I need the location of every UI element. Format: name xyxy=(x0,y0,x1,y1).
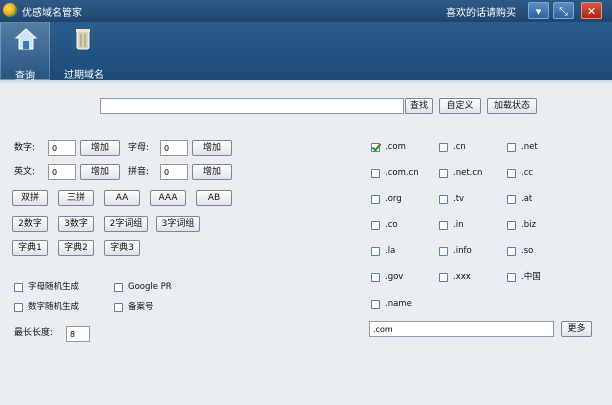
random-letters-label: 字母随机生成 xyxy=(28,282,80,292)
english-add-button[interactable]: 增加 xyxy=(80,164,120,180)
query-house-icon xyxy=(14,28,38,50)
tld-xxx-label: .xxx xyxy=(453,272,471,282)
max-length-input[interactable] xyxy=(66,326,90,342)
random-letters-checkbox[interactable] xyxy=(14,283,23,292)
tld-gov-label: .gov xyxy=(385,272,404,282)
tld-info-label: .info xyxy=(453,246,472,256)
tab-expired-label: 过期域名 xyxy=(64,70,104,81)
title-bar: 优感域名管家 喜欢的话请购买 ▾ ⤡ ✕ xyxy=(0,0,612,22)
beian-checkbox[interactable] xyxy=(114,303,123,312)
tld-selection-input[interactable] xyxy=(369,321,554,337)
tld-com-checkbox[interactable] xyxy=(371,143,380,152)
main-toolbar: 查询 过期域名 xyxy=(0,22,612,82)
tld-info-checkbox[interactable] xyxy=(439,247,448,256)
tld-cn-label: .cn xyxy=(453,142,466,152)
digits-count-input[interactable] xyxy=(48,140,76,156)
dict3-button[interactable]: 字典3 xyxy=(104,240,140,256)
tld-tv-label: .tv xyxy=(453,194,465,204)
find-button[interactable]: 查找 xyxy=(405,98,433,114)
english-count-input[interactable] xyxy=(48,164,76,180)
letters-count-input[interactable] xyxy=(160,140,188,156)
close-button[interactable]: ✕ xyxy=(581,2,602,19)
tld-name-label: .name xyxy=(385,299,412,309)
random-digits-checkbox[interactable] xyxy=(14,303,23,312)
tld-in-checkbox[interactable] xyxy=(439,221,448,230)
tld-cc-label: .cc xyxy=(521,168,534,178)
beian-label: 备案号 xyxy=(128,302,154,312)
tld-tv-checkbox[interactable] xyxy=(439,195,448,204)
trash-can-icon xyxy=(76,29,90,50)
tld-xxx-checkbox[interactable] xyxy=(439,273,448,282)
pattern-ab-button[interactable]: AB xyxy=(196,190,232,206)
more-button[interactable]: 更多 xyxy=(561,321,592,337)
pinyin-add-button[interactable]: 增加 xyxy=(192,164,232,180)
pattern-shuangpin-button[interactable]: 双拼 xyxy=(12,190,48,206)
two-char-word-button[interactable]: 2字词组 xyxy=(104,216,148,232)
tab-expired-domains[interactable]: 过期域名 xyxy=(58,22,110,81)
minimize-button[interactable]: ▾ xyxy=(528,2,549,19)
tld-la-checkbox[interactable] xyxy=(371,247,380,256)
tld-org-checkbox[interactable] xyxy=(371,195,380,204)
purchase-link[interactable]: 喜欢的话请购买 xyxy=(446,4,516,19)
three-char-word-button[interactable]: 3字词组 xyxy=(156,216,200,232)
tld-comcn-label: .com.cn xyxy=(385,168,419,178)
app-logo-icon xyxy=(3,3,17,17)
tld-so-label: .so xyxy=(521,246,534,256)
tld-at-checkbox[interactable] xyxy=(507,195,516,204)
tld-org-label: .org xyxy=(385,194,402,204)
pattern-aa-button[interactable]: AA xyxy=(104,190,140,206)
tld-com-label: .com xyxy=(385,142,406,152)
tld-co-checkbox[interactable] xyxy=(371,221,380,230)
two-digit-button[interactable]: 2数字 xyxy=(12,216,48,232)
tld-at-label: .at xyxy=(521,194,533,204)
google-pr-checkbox[interactable] xyxy=(114,283,123,292)
tld-netcn-label: .net.cn xyxy=(453,168,483,178)
tld-gov-checkbox[interactable] xyxy=(371,273,380,282)
random-digits-label: 数字随机生成 xyxy=(28,302,80,312)
window-title: 优感域名管家 xyxy=(22,8,82,19)
tld-biz-label: .biz xyxy=(521,220,536,230)
letters-label: 字母: xyxy=(128,143,150,153)
load-state-button[interactable]: 加载状态 xyxy=(487,98,537,114)
custom-button[interactable]: 自定义 xyxy=(439,98,481,114)
digits-add-button[interactable]: 增加 xyxy=(80,140,120,156)
tld-zhongguo-checkbox[interactable] xyxy=(507,273,516,282)
tab-query[interactable]: 查询 xyxy=(0,22,50,82)
query-panel: 查找 自定义 加载状态 数字: 增加 字母: 增加 英文: 增加 拼音: 增加 … xyxy=(0,84,612,405)
pattern-sanpin-button[interactable]: 三拼 xyxy=(58,190,94,206)
english-label: 英文: xyxy=(14,167,36,177)
pinyin-label: 拼音: xyxy=(128,167,150,177)
tld-zhongguo-label: .中国 xyxy=(521,272,541,282)
tld-net-label: .net xyxy=(521,142,538,152)
tld-so-checkbox[interactable] xyxy=(507,247,516,256)
tld-co-label: .co xyxy=(385,220,398,230)
tld-la-label: .la xyxy=(385,246,396,256)
tld-name-checkbox[interactable] xyxy=(371,300,380,309)
max-length-label: 最长长度: xyxy=(14,328,54,338)
tld-cn-checkbox[interactable] xyxy=(439,143,448,152)
google-pr-label: Google PR xyxy=(128,282,172,292)
tld-comcn-checkbox[interactable] xyxy=(371,169,380,178)
tld-net-checkbox[interactable] xyxy=(507,143,516,152)
tld-in-label: .in xyxy=(453,220,464,230)
restore-button[interactable]: ⤡ xyxy=(553,2,574,19)
tld-biz-checkbox[interactable] xyxy=(507,221,516,230)
digits-label: 数字: xyxy=(14,143,36,153)
search-input[interactable] xyxy=(100,98,404,114)
tld-netcn-checkbox[interactable] xyxy=(439,169,448,178)
pattern-aaa-button[interactable]: AAA xyxy=(150,190,186,206)
dict1-button[interactable]: 字典1 xyxy=(12,240,48,256)
letters-add-button[interactable]: 增加 xyxy=(192,140,232,156)
three-digit-button[interactable]: 3数字 xyxy=(58,216,94,232)
pinyin-count-input[interactable] xyxy=(160,164,188,180)
tld-cc-checkbox[interactable] xyxy=(507,169,516,178)
dict2-button[interactable]: 字典2 xyxy=(58,240,94,256)
